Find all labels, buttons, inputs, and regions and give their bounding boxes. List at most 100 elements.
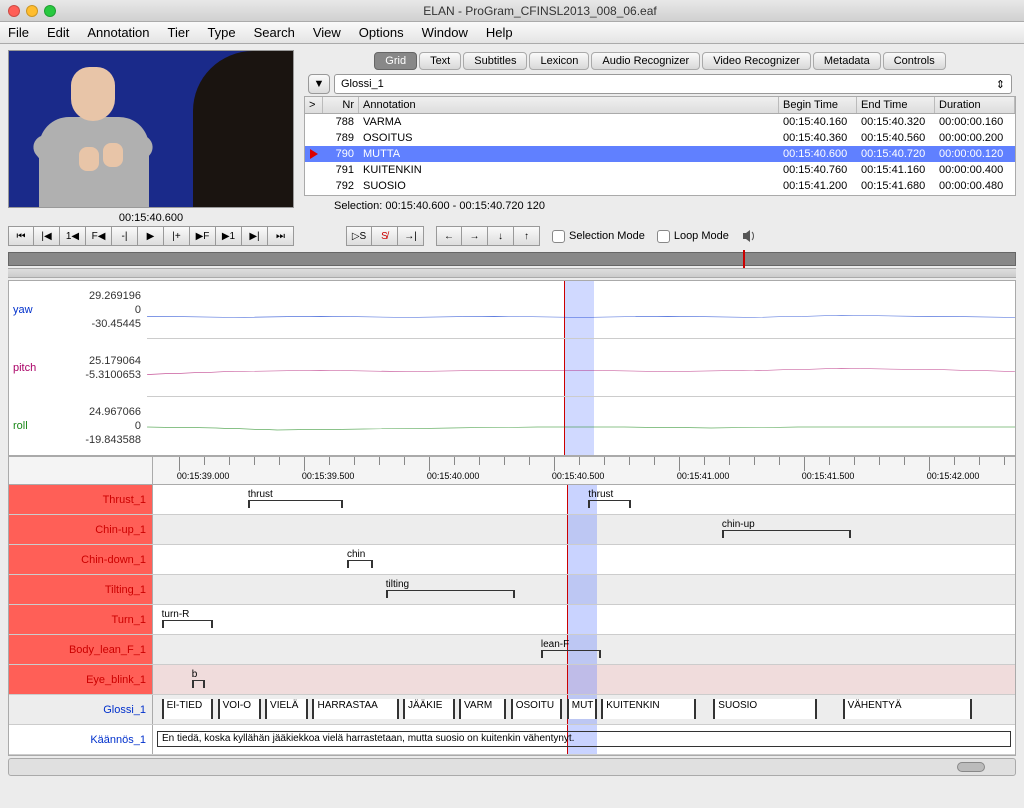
tier-track[interactable]: En tiedä, koska kyllähän jääkiekkoa viel…	[153, 725, 1015, 754]
clear-selection-button[interactable]: S̸	[372, 226, 398, 246]
timeline-scrollbar[interactable]	[8, 758, 1016, 776]
annotation-segment[interactable]: chin	[347, 549, 373, 568]
tier-track[interactable]: EI-TIEDVOI-OVIELÄHARRASTAAJÄÄKIEVARMOSOI…	[153, 695, 1015, 724]
tier-label[interactable]: Turn_1	[9, 605, 153, 634]
menu-file[interactable]: File	[8, 25, 29, 40]
tier-track[interactable]: thrust thrust	[153, 485, 1015, 514]
step-back-button[interactable]: -|	[112, 226, 138, 246]
tier-track[interactable]: chin-up	[153, 515, 1015, 544]
tier-track[interactable]: b	[153, 665, 1015, 694]
annotation-segment[interactable]: turn-R	[162, 609, 214, 628]
tab-video-recognizer[interactable]: Video Recognizer	[702, 52, 811, 70]
timeline-viewer[interactable]: 00:15:39.00000:15:39.50000:15:40.00000:1…	[8, 456, 1016, 756]
move-left-button[interactable]: ←	[436, 226, 462, 246]
gloss-annotation[interactable]: JÄÄKIE	[403, 699, 455, 719]
timeseries-viewer[interactable]: yaw 29.2691960-30.45445 pitch 25.179064-…	[8, 280, 1016, 456]
menu-options[interactable]: Options	[359, 25, 404, 40]
goto-begin-button[interactable]: ⏮	[8, 226, 34, 246]
translation-annotation[interactable]: En tiedä, koska kyllähän jääkiekkoa viel…	[157, 731, 1011, 747]
time-ruler[interactable]: 00:15:39.00000:15:39.50000:15:40.00000:1…	[153, 457, 1015, 484]
speaker-icon[interactable]	[741, 229, 757, 243]
gloss-annotation[interactable]: EI-TIED	[162, 699, 214, 719]
minimize-window-button[interactable]	[26, 5, 38, 17]
tier-label[interactable]: Glossi_1	[9, 695, 153, 724]
grid-row[interactable]: 791 KUITENKIN 00:15:40.760 00:15:41.160 …	[305, 162, 1015, 178]
grid-header-end[interactable]: End Time	[857, 97, 935, 113]
grid-header-begin[interactable]: Begin Time	[779, 97, 857, 113]
gloss-annotation[interactable]: OSOITU	[511, 699, 563, 719]
tier-row[interactable]: Eye_blink_1 b	[9, 665, 1015, 695]
next-frame-button[interactable]: ▶F	[190, 226, 216, 246]
step-fwd-button[interactable]: |+	[164, 226, 190, 246]
menu-search[interactable]: Search	[254, 25, 295, 40]
menu-edit[interactable]: Edit	[47, 25, 69, 40]
tier-label[interactable]: Eye_blink_1	[9, 665, 153, 694]
grid-row[interactable]: 788 VARMA 00:15:40.160 00:15:40.320 00:0…	[305, 114, 1015, 130]
prev-scroll-button[interactable]: |◀	[34, 226, 60, 246]
tab-grid[interactable]: Grid	[374, 52, 417, 70]
tier-label[interactable]: Tilting_1	[9, 575, 153, 604]
tier-label[interactable]: Body_lean_F_1	[9, 635, 153, 664]
next-scroll-button[interactable]: ▶|	[242, 226, 268, 246]
tier-row[interactable]: Glossi_1EI-TIEDVOI-OVIELÄHARRASTAAJÄÄKIE…	[9, 695, 1015, 725]
menu-view[interactable]: View	[313, 25, 341, 40]
grid-tier-select[interactable]: Glossi_1 ⇕	[334, 74, 1012, 94]
grid-header-nr[interactable]: Nr	[323, 97, 359, 113]
zoom-window-button[interactable]	[44, 5, 56, 17]
goto-end-button[interactable]: ⏭	[268, 226, 294, 246]
move-down-button[interactable]: ↓	[488, 226, 514, 246]
tier-row[interactable]: Chin-up_1chin-up	[9, 515, 1015, 545]
gloss-annotation[interactable]: KUITENKIN	[601, 699, 696, 719]
annotation-segment[interactable]: thrust	[248, 489, 343, 508]
grid-row[interactable]: 792 SUOSIO 00:15:41.200 00:15:41.680 00:…	[305, 178, 1015, 194]
go-fwd-second-button[interactable]: ▶1	[216, 226, 242, 246]
go-back-second-button[interactable]: 1◀	[60, 226, 86, 246]
tier-row[interactable]: Chin-down_1 chin	[9, 545, 1015, 575]
menu-window[interactable]: Window	[422, 25, 468, 40]
tier-row[interactable]: Tilting_1 tilting	[9, 575, 1015, 605]
tier-row[interactable]: Käännös_1En tiedä, koska kyllähän jääkie…	[9, 725, 1015, 755]
annotation-segment[interactable]: tilting	[386, 579, 515, 598]
menu-type[interactable]: Type	[207, 25, 235, 40]
gloss-annotation[interactable]: VOI-O	[218, 699, 261, 719]
tier-track[interactable]: tilting	[153, 575, 1015, 604]
selection-mode-checkbox[interactable]: Selection Mode	[552, 230, 645, 243]
move-up-button[interactable]: ↑	[514, 226, 540, 246]
annotation-density-bar[interactable]	[8, 252, 1016, 266]
tier-track[interactable]: chin	[153, 545, 1015, 574]
menu-annotation[interactable]: Annotation	[87, 25, 149, 40]
tier-track[interactable]: lean-F	[153, 635, 1015, 664]
annotation-grid[interactable]: > Nr Annotation Begin Time End Time Dura…	[304, 96, 1016, 196]
loop-mode-checkbox[interactable]: Loop Mode	[657, 230, 729, 243]
grid-header-annotation[interactable]: Annotation	[359, 97, 779, 113]
prev-frame-button[interactable]: F◀	[86, 226, 112, 246]
annotation-segment[interactable]: chin-up	[722, 519, 851, 538]
tab-controls[interactable]: Controls	[883, 52, 946, 70]
gloss-annotation[interactable]: VÄHENTYÄ	[843, 699, 972, 719]
video-viewer[interactable]	[8, 50, 294, 208]
gloss-annotation[interactable]: HARRASTAA	[312, 699, 398, 719]
gloss-annotation[interactable]: VIELÄ	[265, 699, 308, 719]
tab-lexicon[interactable]: Lexicon	[529, 52, 589, 70]
gloss-annotation[interactable]: SUOSIO	[713, 699, 816, 719]
tab-audio-recognizer[interactable]: Audio Recognizer	[591, 52, 700, 70]
menu-help[interactable]: Help	[486, 25, 513, 40]
tier-label[interactable]: Chin-down_1	[9, 545, 153, 574]
tier-row[interactable]: Thrust_1 thrust thrust	[9, 485, 1015, 515]
tab-text[interactable]: Text	[419, 52, 461, 70]
gloss-annotation[interactable]: VARM	[459, 699, 506, 719]
grid-header-duration[interactable]: Duration	[935, 97, 1015, 113]
annotation-segment[interactable]: b	[192, 669, 205, 688]
tab-metadata[interactable]: Metadata	[813, 52, 881, 70]
play-button[interactable]: ▶	[138, 226, 164, 246]
grid-mode-dropdown[interactable]: ▼	[308, 74, 330, 94]
tier-row[interactable]: Body_lean_F_1 lean-F	[9, 635, 1015, 665]
play-selection-button[interactable]: ▷S	[346, 226, 372, 246]
tier-label[interactable]: Käännös_1	[9, 725, 153, 754]
annotation-segment[interactable]: thrust	[588, 489, 631, 508]
grid-row[interactable]: 790 MUTTA 00:15:40.600 00:15:40.720 00:0…	[305, 146, 1015, 162]
tier-track[interactable]: turn-R	[153, 605, 1015, 634]
annotation-segment[interactable]: lean-F	[541, 639, 601, 658]
tier-label[interactable]: Thrust_1	[9, 485, 153, 514]
crosshair-to-selection-button[interactable]: →|	[398, 226, 424, 246]
